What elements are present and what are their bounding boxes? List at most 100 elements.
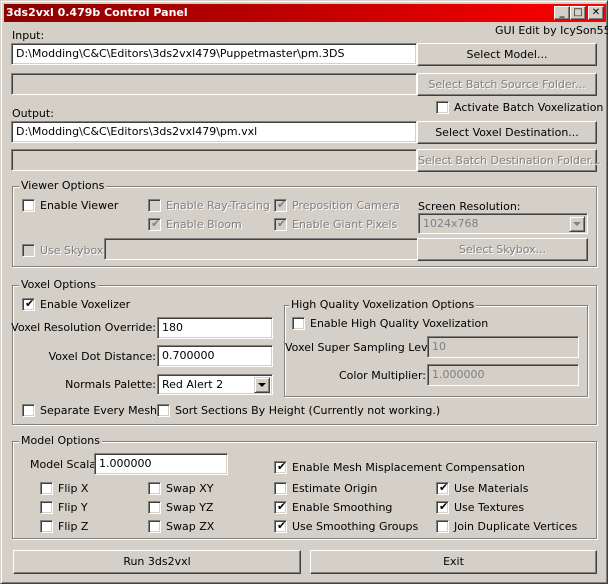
- voxel-resolution-label: Voxel Resolution Override:: [11, 321, 156, 334]
- check-icon: ✔: [277, 460, 287, 473]
- activate-batch-checkbox[interactable]: Activate Batch Voxelization: [436, 101, 603, 115]
- run-button[interactable]: Run 3ds2vxl: [13, 550, 301, 574]
- chevron-down-icon: [569, 216, 585, 232]
- flip-x-checkbox[interactable]: Flip X: [40, 482, 88, 496]
- bloom-checkbox: ✔ Enable Bloom: [148, 217, 242, 232]
- credit-label: GUI Edit by IcySon55: [495, 24, 608, 37]
- select-batch-source-button: Select Batch Source Folder...: [417, 73, 597, 96]
- giant-pixels-checkbox: ✔ Enable Giant Pixels: [274, 217, 398, 232]
- checkbox-box: ✔: [436, 481, 449, 495]
- checkbox-box: ✔: [436, 500, 449, 514]
- skybox-path-field: [104, 238, 418, 260]
- ray-tracing-label: Enable Ray-Tracing: [166, 199, 270, 212]
- preposition-camera-checkbox: ✔ Preposition Camera: [274, 198, 400, 213]
- giant-pixels-label: Enable Giant Pixels: [292, 218, 398, 231]
- smoothing-groups-checkbox[interactable]: ✔ Use Smoothing Groups: [274, 519, 419, 534]
- batch-destination-field: [11, 149, 417, 171]
- screen-resolution-label: Screen Resolution:: [418, 200, 521, 213]
- enable-hq-voxelization-label: Enable High Quality Voxelization: [310, 317, 489, 330]
- super-sampling-field: 10: [427, 336, 579, 358]
- enable-hq-voxelization-checkbox[interactable]: Enable High Quality Voxelization: [292, 317, 488, 331]
- enable-voxelizer-label: Enable Voxelizer: [40, 298, 131, 311]
- minimize-button[interactable]: _: [554, 6, 570, 20]
- input-label: Input:: [12, 29, 45, 42]
- separate-every-mesh-checkbox[interactable]: Separate Every Mesh: [22, 404, 157, 418]
- check-icon: ✔: [25, 297, 35, 310]
- mesh-misplacement-label: Enable Mesh Misplacement Compensation: [292, 461, 525, 474]
- batch-source-field: [11, 73, 417, 95]
- voxel-dot-distance-field[interactable]: 0.700000: [157, 345, 273, 367]
- checkbox-box: ✔: [274, 500, 287, 514]
- use-materials-label: Use Materials: [454, 482, 529, 495]
- flip-x-label: Flip X: [58, 482, 89, 495]
- maximize-button[interactable]: □: [570, 6, 586, 20]
- checkbox-box: [40, 520, 53, 533]
- check-icon: ✔: [277, 500, 287, 513]
- checkbox-box: [22, 244, 35, 257]
- close-icon: ✕: [591, 7, 601, 18]
- sort-sections-label: Sort Sections By Height (Currently not w…: [175, 404, 441, 417]
- join-vertices-checkbox[interactable]: Join Duplicate Vertices: [436, 520, 577, 534]
- bloom-label: Enable Bloom: [166, 218, 242, 231]
- hq-voxelization-title: High Quality Voxelization Options: [289, 298, 477, 312]
- checkbox-box: ✔: [22, 297, 35, 311]
- exit-button[interactable]: Exit: [310, 550, 597, 574]
- checkbox-box: ✔: [274, 217, 287, 231]
- sort-sections-checkbox[interactable]: Sort Sections By Height (Currently not w…: [157, 404, 440, 418]
- preposition-camera-label: Preposition Camera: [292, 199, 400, 212]
- check-icon: ✔: [277, 217, 287, 230]
- input-path-field[interactable]: D:\Modding\C&C\Editors\3ds2vxl479\Puppet…: [11, 43, 417, 65]
- join-vertices-label: Join Duplicate Vertices: [454, 520, 578, 533]
- select-model-button[interactable]: Select Model...: [417, 43, 597, 66]
- maximize-icon: □: [573, 7, 583, 18]
- normals-palette-select[interactable]: Red Alert 2: [157, 374, 273, 395]
- super-sampling-label: Voxel Super Sampling Level:: [285, 341, 442, 354]
- enable-viewer-label: Enable Viewer: [40, 199, 119, 212]
- checkbox-box: ✔: [148, 217, 161, 231]
- main-window: 3ds2vxl 0.479b Control Panel _ □ ✕ GUI E…: [0, 0, 608, 584]
- checkbox-box: [148, 482, 161, 495]
- model-options-title: Model Options: [19, 434, 102, 448]
- flip-z-label: Flip Z: [58, 520, 89, 533]
- estimate-origin-checkbox[interactable]: Estimate Origin: [274, 482, 377, 496]
- minimize-icon: _: [559, 7, 565, 18]
- swap-yz-checkbox[interactable]: Swap YZ: [148, 501, 213, 515]
- use-textures-checkbox[interactable]: ✔ Use Textures: [436, 500, 524, 515]
- color-multiplier-label: Color Multiplier:: [338, 369, 426, 382]
- output-path-field[interactable]: D:\Modding\C&C\Editors\3ds2vxl479\pm.vxl: [11, 121, 417, 143]
- voxel-options-title: Voxel Options: [19, 278, 98, 292]
- model-scalar-field[interactable]: 1.000000: [94, 453, 228, 475]
- use-materials-checkbox[interactable]: ✔ Use Materials: [436, 481, 529, 496]
- select-batch-destination-button: Select Batch Destination Folder...: [417, 149, 601, 172]
- mesh-misplacement-checkbox[interactable]: ✔ Enable Mesh Misplacement Compensation: [274, 460, 525, 475]
- swap-xy-checkbox[interactable]: Swap XY: [148, 482, 213, 496]
- estimate-origin-label: Estimate Origin: [292, 482, 378, 495]
- title-bar[interactable]: 3ds2vxl 0.479b Control Panel _ □ ✕: [4, 4, 606, 22]
- checkbox-box: ✔: [274, 460, 287, 474]
- screen-resolution-value: 1024x768: [423, 217, 479, 230]
- enable-voxelizer-checkbox[interactable]: ✔ Enable Voxelizer: [22, 297, 131, 312]
- checkbox-box: [292, 317, 305, 330]
- select-voxel-destination-button[interactable]: Select Voxel Destination...: [417, 121, 597, 144]
- checkbox-box: [40, 501, 53, 514]
- checkbox-box: [148, 199, 161, 212]
- checkbox-box: [274, 482, 287, 495]
- check-icon: ✔: [277, 198, 287, 211]
- enable-smoothing-checkbox[interactable]: ✔ Enable Smoothing: [274, 500, 392, 515]
- swap-zx-checkbox[interactable]: Swap ZX: [148, 520, 214, 534]
- swap-yz-label: Swap YZ: [166, 501, 214, 514]
- checkbox-box: [436, 101, 449, 114]
- checkbox-box: [436, 520, 449, 533]
- checkbox-box: [157, 404, 170, 417]
- flip-y-checkbox[interactable]: Flip Y: [40, 501, 88, 515]
- ray-tracing-checkbox: Enable Ray-Tracing: [148, 199, 270, 213]
- close-button[interactable]: ✕: [588, 6, 604, 20]
- output-label: Output:: [12, 107, 54, 120]
- chevron-down-icon[interactable]: [254, 377, 270, 393]
- smoothing-groups-label: Use Smoothing Groups: [292, 520, 419, 533]
- swap-zx-label: Swap ZX: [166, 520, 215, 533]
- voxel-resolution-field[interactable]: 180: [157, 317, 273, 339]
- enable-viewer-checkbox[interactable]: Enable Viewer: [22, 199, 118, 213]
- activate-batch-label: Activate Batch Voxelization: [454, 101, 604, 114]
- flip-z-checkbox[interactable]: Flip Z: [40, 520, 88, 534]
